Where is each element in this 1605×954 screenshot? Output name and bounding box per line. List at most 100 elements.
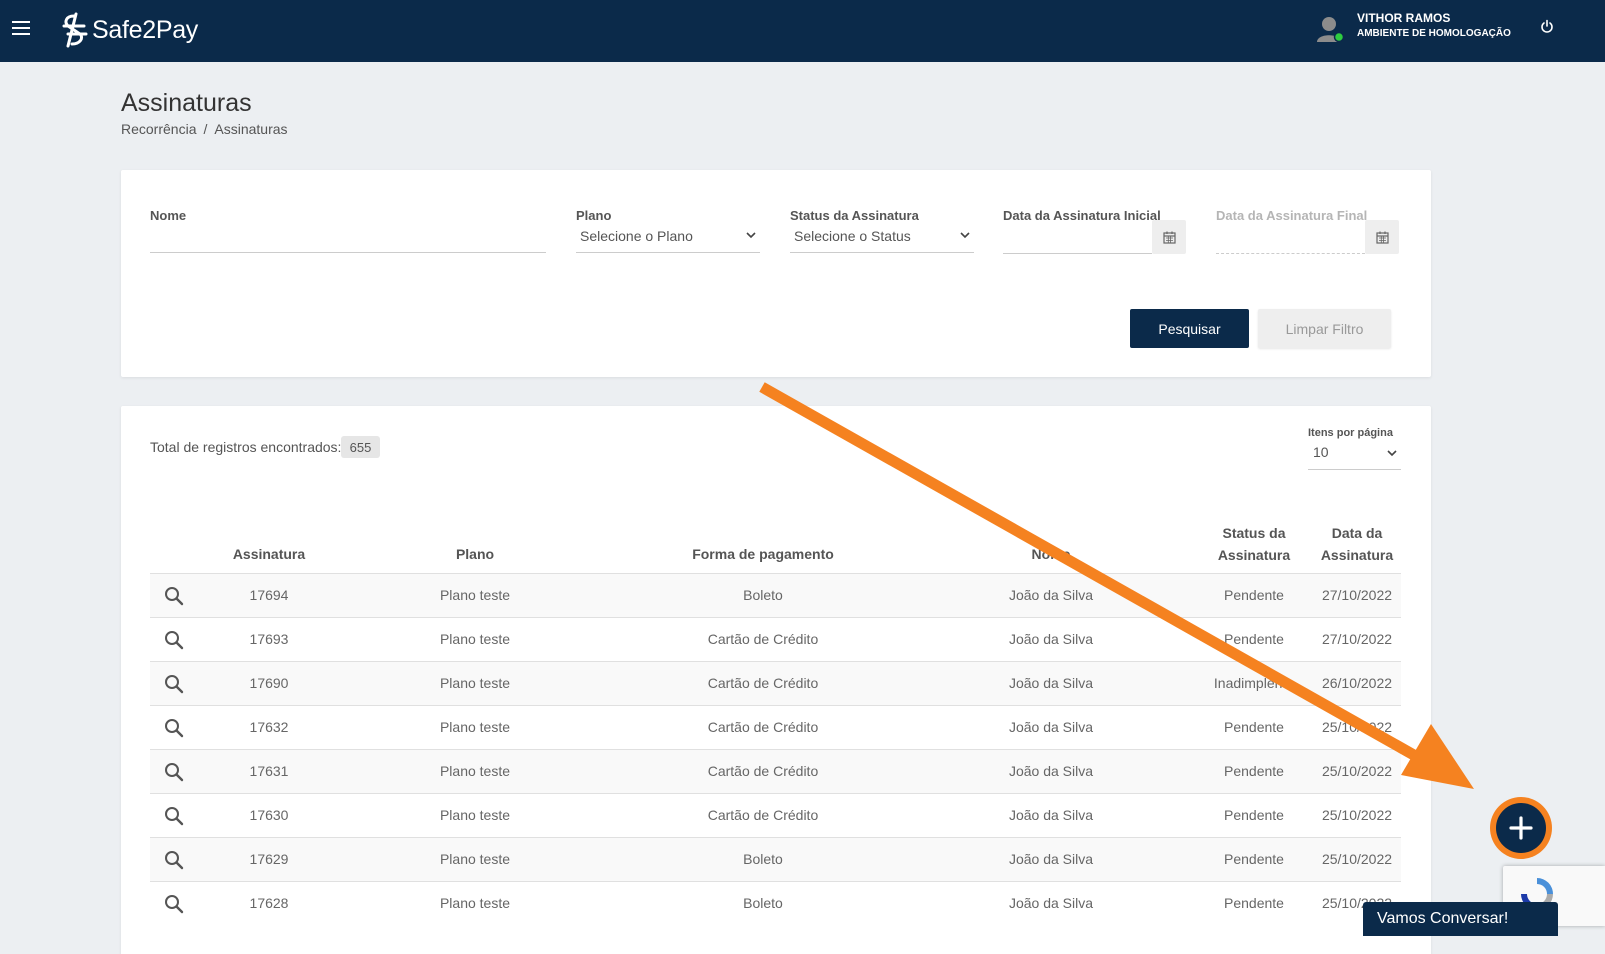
user-avatar-icon[interactable] [1316, 15, 1344, 43]
cell-nome: João da Silva [1008, 763, 1094, 779]
table-row[interactable]: 17629 Plano teste Boleto João da Silva Pende… [150, 837, 1401, 881]
cell-assinatura: 17690 [249, 675, 289, 691]
search-icon[interactable] [164, 718, 184, 738]
column-header-plano[interactable]: Plano [425, 543, 525, 565]
cell-data: 25/10/2022 [1321, 807, 1393, 823]
column-header-forma-pagamento[interactable]: Forma de pagamento [673, 543, 853, 565]
table-row[interactable]: 17693 Plano teste Cartão de Crédito João da… [150, 617, 1401, 661]
floating-add-button[interactable] [1490, 797, 1552, 859]
column-header-status-line2: Assinatura [1217, 547, 1291, 563]
status-select-value: Selecione o Status [794, 228, 911, 244]
breadcrumb-item-recorrencia[interactable]: Recorrência [121, 121, 196, 137]
search-icon[interactable] [164, 586, 184, 606]
cell-assinatura: 17632 [249, 719, 289, 735]
fab-inner [1496, 803, 1546, 853]
cell-data: 26/10/2022 [1321, 675, 1393, 691]
search-button[interactable]: Pesquisar [1130, 309, 1249, 348]
breadcrumb-separator: / [203, 121, 208, 137]
cell-status: Pendente [1224, 763, 1284, 779]
cell-nome: João da Silva [1008, 895, 1094, 911]
plano-label: Plano [576, 208, 612, 223]
cell-data: 27/10/2022 [1321, 587, 1393, 603]
search-icon[interactable] [164, 762, 184, 782]
search-icon[interactable] [164, 894, 184, 914]
total-records-badge: 655 [341, 436, 380, 458]
chevron-down-icon [960, 232, 970, 239]
calendar-icon [1375, 231, 1389, 244]
plano-select-value: Selecione o Plano [580, 228, 693, 244]
cell-forma-pagamento: Boleto [743, 895, 783, 911]
environment-label: AMBIENTE DE HOMOLOGAÇÃO [1357, 28, 1511, 39]
logout-power-icon[interactable] [1540, 19, 1554, 33]
chevron-down-icon [1387, 450, 1397, 457]
cell-nome: João da Silva [1008, 631, 1094, 647]
clear-filter-button[interactable]: Limpar Filtro [1258, 309, 1391, 348]
column-header-data-line1: Data da [1331, 525, 1383, 541]
plano-select[interactable]: Selecione o Plano [576, 225, 760, 253]
cell-forma-pagamento: Boleto [743, 851, 783, 867]
search-icon[interactable] [164, 806, 184, 826]
cell-nome: João da Silva [1008, 807, 1094, 823]
cell-plano: Plano teste [439, 719, 511, 735]
table-row[interactable]: 17690 Plano teste Cartão de Crédito João da… [150, 661, 1401, 705]
cell-plano: Plano teste [439, 763, 511, 779]
cell-forma-pagamento: Cartão de Crédito [707, 631, 819, 647]
cell-data: 25/10/2022 [1321, 763, 1393, 779]
data-inicial-calendar-button[interactable] [1152, 220, 1186, 254]
cell-status: Pendente [1224, 587, 1284, 603]
cell-status: Pendente [1224, 631, 1284, 647]
column-header-status-line1: Status da [1222, 525, 1286, 541]
cell-forma-pagamento: Cartão de Crédito [707, 719, 819, 735]
column-header-data[interactable]: Data da Assinatura [1307, 522, 1407, 566]
table-row[interactable]: 17631 Plano teste Cartão de Crédito João da… [150, 749, 1401, 793]
cell-assinatura: 17628 [249, 895, 289, 911]
nome-input[interactable] [150, 225, 546, 253]
search-icon[interactable] [164, 674, 184, 694]
filter-card: Nome Plano Selecione o Plano Status da A… [121, 170, 1431, 377]
table-row[interactable]: 17632 Plano teste Cartão de Crédito João da… [150, 705, 1401, 749]
cell-status: Pendente [1224, 851, 1284, 867]
table-row[interactable]: 17694 Plano teste Boleto João da Silva Pende… [150, 573, 1401, 617]
column-header-data-line2: Assinatura [1320, 547, 1394, 563]
nome-label: Nome [150, 208, 187, 223]
cell-forma-pagamento: Cartão de Crédito [707, 763, 819, 779]
breadcrumb-item-assinaturas: Assinaturas [214, 121, 288, 137]
breadcrumb: Recorrência / Assinaturas [121, 121, 288, 137]
cell-assinatura: 17630 [249, 807, 289, 823]
cell-nome: João da Silva [1008, 851, 1094, 867]
page-title: Assinaturas [121, 89, 252, 117]
cell-status: Pendente [1224, 719, 1284, 735]
data-final-calendar-button[interactable] [1365, 220, 1399, 254]
data-inicial-input[interactable] [1003, 220, 1152, 254]
table-row[interactable]: 17628 Plano teste Boleto João da Silva Pende… [150, 881, 1401, 925]
cell-status: Pendente [1224, 807, 1284, 823]
cell-forma-pagamento: Cartão de Crédito [707, 807, 819, 823]
data-final-input[interactable] [1216, 220, 1365, 254]
table-row[interactable]: 17630 Plano teste Cartão de Crédito João da… [150, 793, 1401, 837]
items-per-page-select[interactable]: 10 [1308, 444, 1401, 470]
status-select[interactable]: Selecione o Status [790, 225, 974, 253]
cell-status: Pendente [1224, 895, 1284, 911]
total-records-label: Total de registros encontrados: [150, 439, 342, 455]
column-header-nome[interactable]: Nome [1001, 543, 1101, 565]
cell-forma-pagamento: Boleto [743, 587, 783, 603]
safe2pay-logo[interactable]: Safe2Pay [58, 12, 198, 48]
user-name: VITHOR RAMOS [1357, 11, 1451, 25]
cell-plano: Plano teste [439, 587, 511, 603]
cell-nome: João da Silva [1008, 675, 1094, 691]
items-per-page-label: Itens por página [1308, 427, 1393, 439]
hamburger-menu-icon[interactable] [12, 19, 32, 35]
cell-plano: Plano teste [439, 807, 511, 823]
search-icon[interactable] [164, 850, 184, 870]
cell-plano: Plano teste [439, 631, 511, 647]
logo-text: Safe2Pay [92, 15, 199, 44]
search-icon[interactable] [164, 630, 184, 650]
chat-widget-button[interactable]: Vamos Conversar! [1363, 902, 1558, 936]
column-header-assinatura[interactable]: Assinatura [219, 543, 319, 565]
cell-assinatura: 17631 [249, 763, 289, 779]
cell-nome: João da Silva [1008, 719, 1094, 735]
calendar-icon [1162, 231, 1176, 244]
cell-data: 25/10/2022 [1321, 851, 1393, 867]
plus-icon [1509, 816, 1533, 840]
column-header-status[interactable]: Status da Assinatura [1204, 522, 1304, 566]
